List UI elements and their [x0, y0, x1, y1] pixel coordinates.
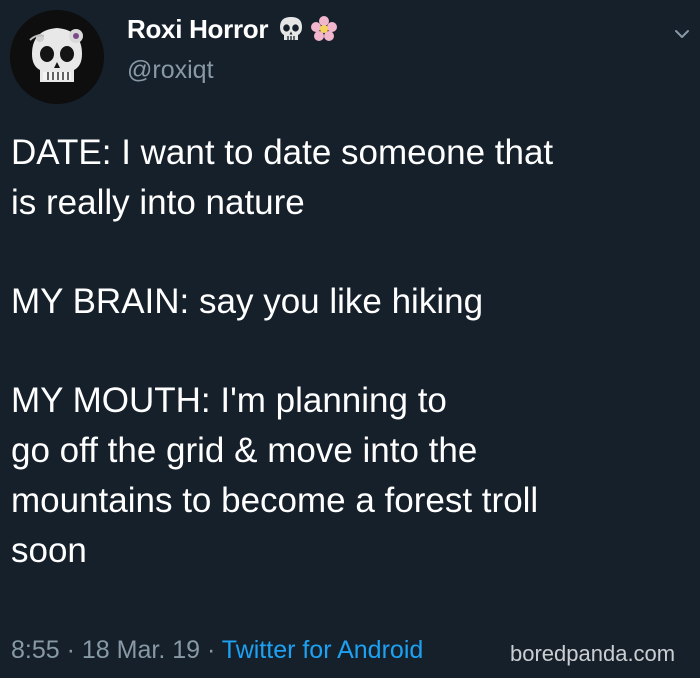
flower-icon [310, 15, 338, 43]
skull-avatar-icon [10, 10, 104, 104]
tweet-paragraph-1: DATE: I want to date someone that is rea… [11, 133, 554, 222]
tweet-paragraph-2: MY BRAIN: say you like hiking [11, 282, 484, 321]
tweet-text: DATE: I want to date someone that is rea… [11, 128, 691, 576]
watermark: boredpanda.com [510, 641, 676, 666]
tweet-paragraph-3: MY MOUTH: I'm planning to go off the gri… [11, 381, 539, 570]
display-name[interactable]: Roxi Horror [127, 14, 268, 45]
tweet-source-link[interactable]: Twitter for Android [222, 636, 423, 664]
avatar[interactable] [10, 10, 104, 104]
chevron-down-icon[interactable] [672, 24, 692, 44]
tweet-date[interactable]: 18 Mar. 19 [82, 636, 200, 664]
tweet-time[interactable]: 8:55 [11, 636, 60, 664]
tweet-card: Roxi Horror @roxiqt DATE: I want to date… [0, 0, 700, 678]
author-name-row[interactable]: Roxi Horror [127, 12, 338, 46]
meta-separator: · [200, 636, 222, 664]
author-handle[interactable]: @roxiqt [127, 56, 214, 85]
meta-separator: · [59, 636, 82, 664]
skull-icon [276, 14, 306, 44]
tweet-meta: 8:55 · 18 Mar. 19 · Twitter for Android [11, 636, 423, 665]
